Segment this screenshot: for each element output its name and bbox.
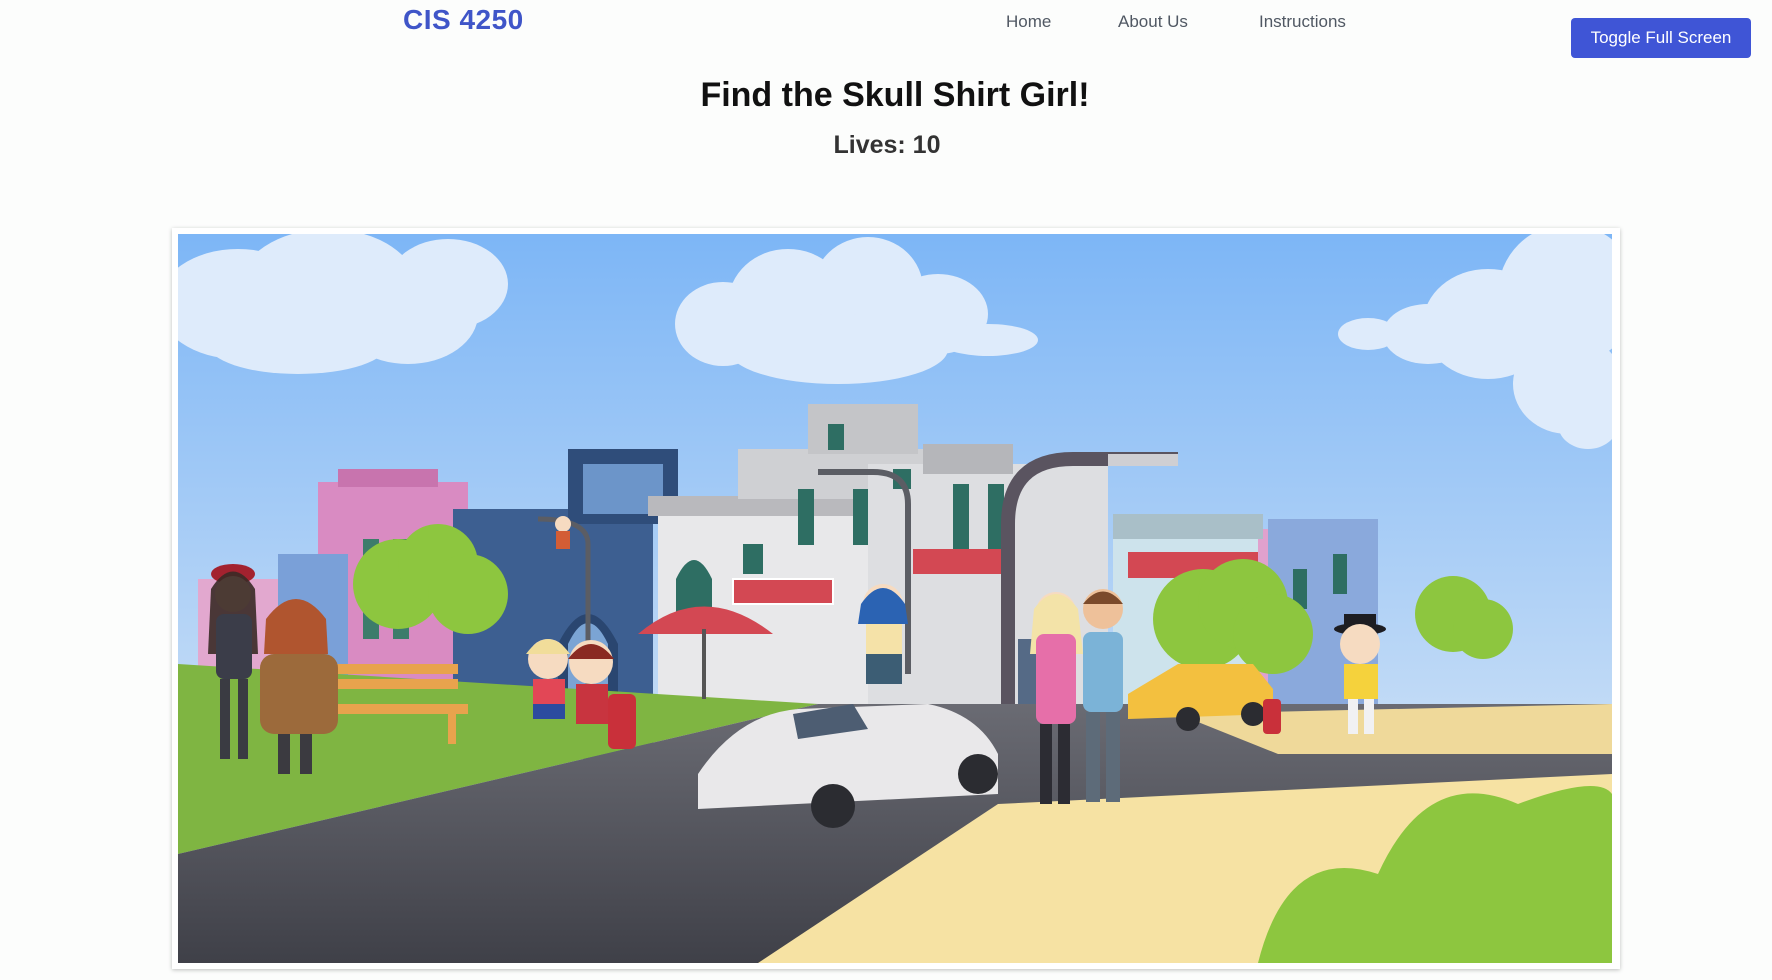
nav-home[interactable]: Home xyxy=(1006,12,1051,32)
game-frame xyxy=(172,228,1620,969)
toggle-fullscreen-button[interactable]: Toggle Full Screen xyxy=(1571,18,1751,58)
nav-about-us[interactable]: About Us xyxy=(1118,12,1188,32)
brand-logo[interactable]: CIS 4250 xyxy=(403,4,524,36)
hidden-object-scene[interactable] xyxy=(178,234,1612,963)
fire-hydrant-right xyxy=(1263,699,1281,734)
nav-instructions[interactable]: Instructions xyxy=(1259,12,1346,32)
awning-center xyxy=(732,578,834,605)
small-kid-on-roof xyxy=(555,516,571,549)
fire-hydrant-left xyxy=(608,694,636,749)
top-navbar: CIS 4250 Home About Us Instructions Togg… xyxy=(0,0,1772,58)
lives-counter: Lives: 10 xyxy=(833,131,941,159)
game-title: Find the Skull Shirt Girl! xyxy=(700,76,1090,114)
awning-mid xyxy=(913,549,1008,574)
